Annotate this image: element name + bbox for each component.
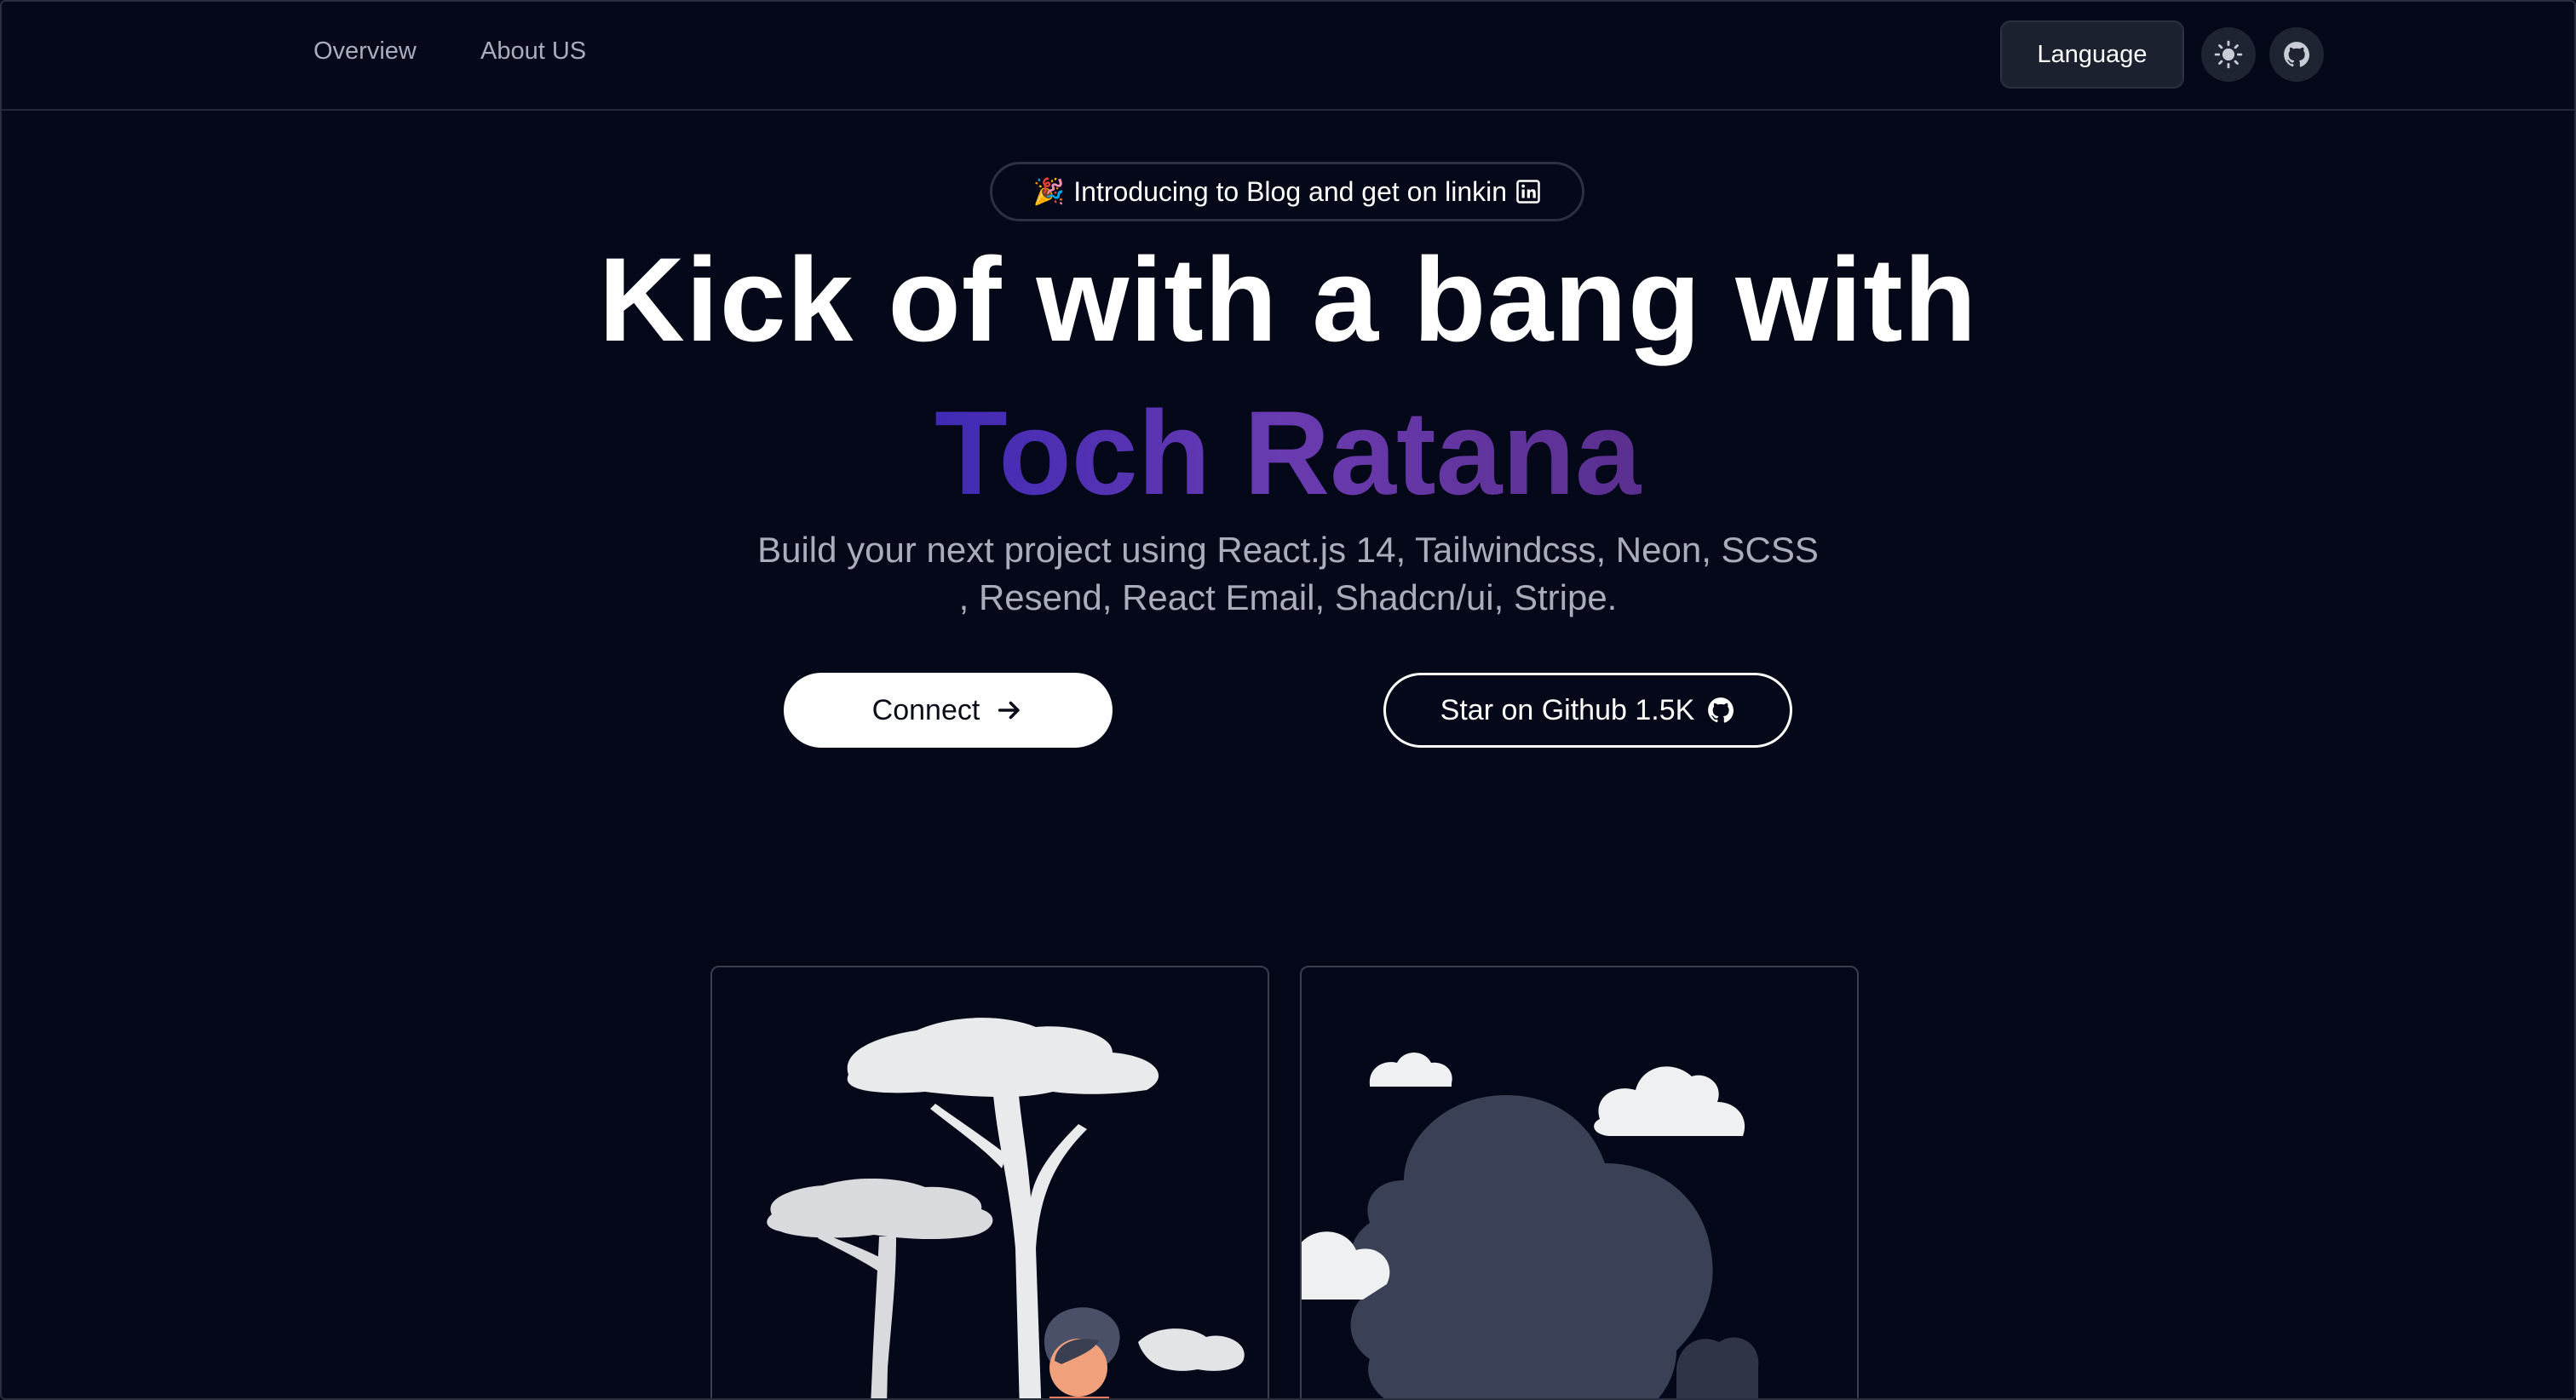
sun-icon <box>2214 40 2243 69</box>
navbar: Overview About US Language <box>2 2 2574 111</box>
illustration-card-trees <box>710 966 1269 1398</box>
hero-title: Kick of with a bang with <box>598 232 1978 366</box>
connect-button[interactable]: Connect <box>784 673 1113 748</box>
connect-button-label: Connect <box>871 693 980 726</box>
theme-toggle-button[interactable] <box>2201 27 2256 82</box>
illustration-card-clouds <box>1300 966 1859 1398</box>
star-on-github-button[interactable]: Star on Github 1.5K <box>1383 673 1792 748</box>
app-window: Overview About US Language 🎉 Introducing… <box>0 0 2576 1400</box>
trees-illustration <box>767 1018 1245 1398</box>
language-button[interactable]: Language <box>2000 20 2184 89</box>
hero-subtitle: Build your next project using React.js 1… <box>757 530 1819 617</box>
announcement-pill[interactable]: 🎉 Introducing to Blog and get on linkin <box>990 162 1584 221</box>
announcement-text: Introducing to Blog and get on linkin <box>1073 175 1508 207</box>
star-button-label: Star on Github 1.5K <box>1440 693 1695 726</box>
clouds-illustration <box>1302 1053 1759 1398</box>
arrow-right-icon <box>998 701 1020 720</box>
nav-link-about-us[interactable]: About US <box>480 37 586 66</box>
party-popper-icon: 🎉 <box>1032 177 1066 206</box>
github-link-button[interactable] <box>2269 27 2324 82</box>
hero-name: Toch Ratana <box>2 385 2574 521</box>
github-icon <box>2284 42 2310 67</box>
hero-name-text: Toch Ratana <box>934 386 1642 519</box>
linkedin-icon <box>1516 180 1540 204</box>
nav-link-overview[interactable]: Overview <box>313 37 417 66</box>
github-icon <box>1708 697 1734 723</box>
